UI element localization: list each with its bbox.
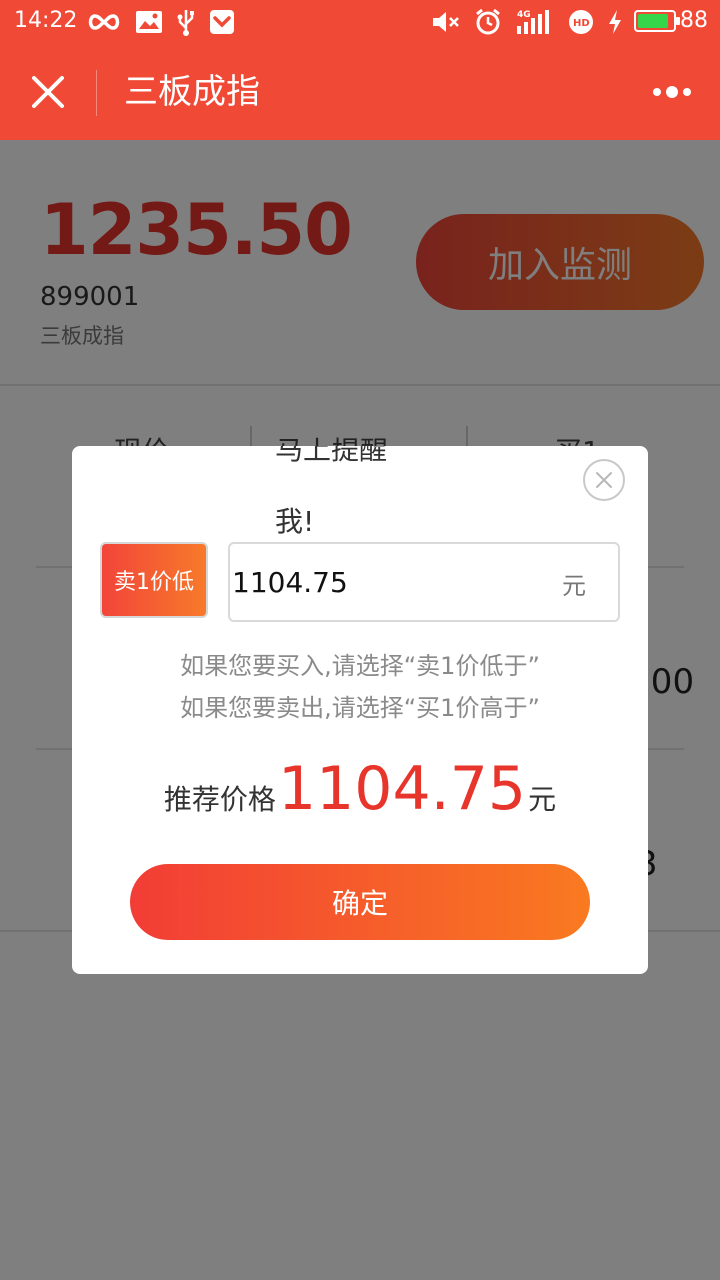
hint-sell: 如果您要卖出,请选择“买1价高于”: [180, 694, 540, 722]
signal-icon: 4G: [514, 8, 556, 36]
more-icon: [653, 86, 691, 98]
close-button[interactable]: [24, 68, 72, 116]
alarm-icon: [472, 8, 504, 36]
recommend-unit: 元: [528, 783, 557, 816]
recommended-price: 推荐价格 1104.75 元: [72, 754, 648, 824]
price-unit: 元: [562, 572, 586, 600]
svg-text:HD: HD: [573, 18, 590, 29]
recommend-label: 推荐价格: [163, 783, 276, 816]
mute-icon: [430, 8, 462, 36]
price-field: 元: [228, 542, 620, 622]
alert-type-button[interactable]: 卖1价低: [100, 542, 208, 618]
more-button[interactable]: [646, 74, 698, 110]
status-time: 14:22: [14, 8, 78, 33]
dialog-title: 马上提醒: [275, 446, 388, 466]
confirm-button[interactable]: 确定: [130, 864, 590, 940]
picture-icon: [134, 8, 164, 36]
hint-buy: 如果您要买入,请选择“卖1价低于”: [180, 652, 540, 680]
charging-icon: [604, 8, 626, 36]
close-icon: [596, 472, 612, 488]
infinity-icon: [86, 8, 122, 36]
dialog-subtitle: 我!: [275, 505, 315, 538]
page-title: 三板成指: [124, 72, 260, 112]
title-bar: 三板成指: [0, 44, 720, 140]
close-icon: [32, 76, 64, 108]
pocket-icon: [208, 8, 236, 36]
svg-text:4G: 4G: [517, 10, 531, 20]
battery-level: 88: [680, 8, 708, 33]
usb-icon: [174, 8, 198, 36]
recommend-value[interactable]: 1104.75: [278, 754, 526, 824]
dialog-close-button[interactable]: [583, 459, 625, 501]
title-divider: [96, 70, 97, 116]
price-alert-dialog: 马上提醒 我! 卖1价低 元 如果您要买入,请选择“卖1价低于” 如果您要卖出,…: [72, 446, 648, 974]
battery-icon: [634, 10, 680, 32]
price-input[interactable]: [232, 556, 532, 608]
hd-icon: HD: [566, 8, 596, 36]
status-bar: 14:22 4G HD 88: [0, 0, 720, 44]
